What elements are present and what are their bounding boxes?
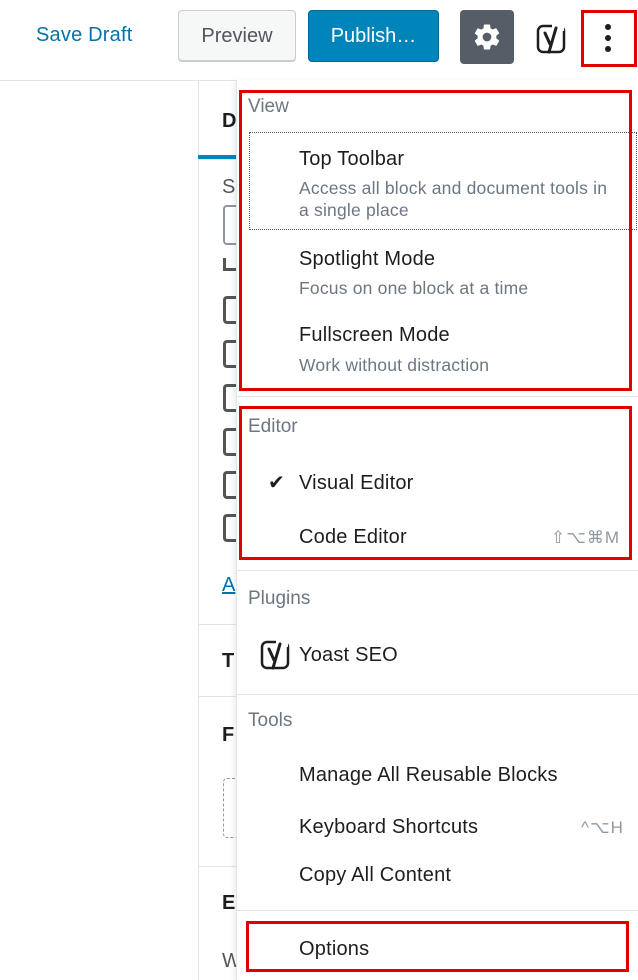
menu-group-label-tools: Tools <box>248 710 293 731</box>
sidebar-label-fragment: S <box>222 176 236 198</box>
editor-header: Save Draft Preview Publish… <box>0 0 638 81</box>
shortcut-code-editor: ⇧⌥⌘M <box>551 528 620 547</box>
shortcut-keyboard-shortcuts: ^⌥H <box>581 818 624 837</box>
more-options-button[interactable] <box>581 10 635 66</box>
menu-item-visual-editor[interactable]: Visual Editor <box>299 472 414 495</box>
sidebar-panel-title[interactable]: F <box>222 724 234 747</box>
menu-separator <box>236 570 638 571</box>
menu-item-code-editor[interactable]: Code Editor <box>299 526 407 549</box>
menu-item-desc-fullscreen-mode: Work without distraction <box>299 355 490 375</box>
menu-separator <box>236 910 638 911</box>
menu-group-label-view: View <box>248 96 289 117</box>
menu-group-label-editor: Editor <box>248 416 298 437</box>
menu-item-spotlight-mode[interactable]: Spotlight Mode <box>299 248 435 271</box>
menu-item-top-toolbar[interactable]: Top Toolbar <box>299 148 404 171</box>
yoast-icon <box>260 637 290 670</box>
sidebar-panel-title[interactable]: E <box>222 892 235 915</box>
menu-item-manage-reusable-blocks[interactable]: Manage All Reusable Blocks <box>299 764 558 787</box>
sidebar-link-fragment[interactable]: A <box>222 574 235 597</box>
yoast-icon <box>536 21 566 54</box>
more-vertical-icon <box>605 24 611 52</box>
gear-icon <box>474 24 500 50</box>
yoast-button[interactable] <box>530 14 574 62</box>
menu-item-desc-spotlight-mode: Focus on one block at a time <box>299 278 529 298</box>
menu-separator <box>236 396 638 397</box>
menu-group-label-plugins: Plugins <box>248 588 311 609</box>
menu-item-fullscreen-mode[interactable]: Fullscreen Mode <box>299 324 450 347</box>
sidebar-panel-title[interactable]: T <box>222 650 234 673</box>
settings-button[interactable] <box>460 10 514 64</box>
checkmark-icon: ✔ <box>268 472 285 494</box>
menu-item-yoast-seo[interactable]: Yoast SEO <box>299 644 398 667</box>
menu-item-desc-top-toolbar: Access all block and document tools in a… <box>299 178 608 220</box>
menu-item-keyboard-shortcuts[interactable]: Keyboard Shortcuts <box>299 816 478 839</box>
menu-item-options[interactable]: Options <box>299 938 369 961</box>
preview-button[interactable]: Preview <box>178 10 296 62</box>
menu-separator <box>236 694 638 695</box>
publish-button[interactable]: Publish… <box>308 10 439 62</box>
menu-item-copy-all-content[interactable]: Copy All Content <box>299 864 451 887</box>
save-draft-button[interactable]: Save Draft <box>36 24 132 47</box>
sidebar-tab-document[interactable]: D <box>222 110 236 133</box>
